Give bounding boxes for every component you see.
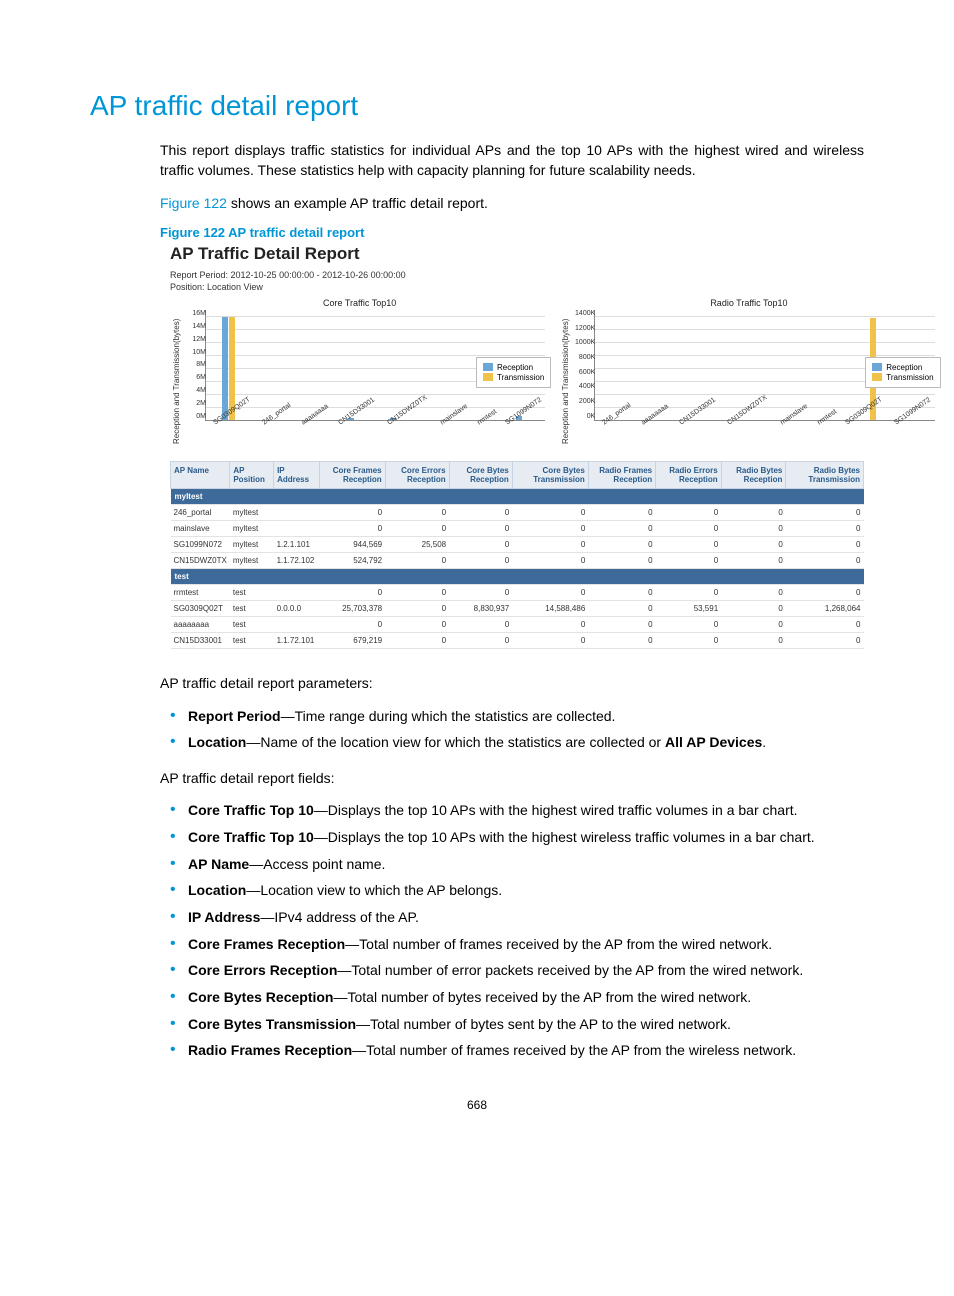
legend-label-transmission: Transmission xyxy=(497,373,544,382)
chart-ylabel: Reception and Transmission(bytes) xyxy=(170,310,183,453)
intro-paragraph: This report displays traffic statistics … xyxy=(160,140,864,181)
legend-swatch-reception xyxy=(872,363,882,371)
fields-intro: AP traffic detail report fields: xyxy=(160,768,864,788)
report-period: Report Period: 2012-10-25 00:00:00 - 201… xyxy=(170,270,864,280)
legend-label-reception: Reception xyxy=(497,363,533,372)
list-item: Core Bytes Reception—Total number of byt… xyxy=(160,987,864,1009)
legend-swatch-reception xyxy=(483,363,493,371)
figure-ref-tail: shows an example AP traffic detail repor… xyxy=(227,195,488,211)
table-row: SG1099N072myltest1.2.1.101944,56925,5080… xyxy=(171,537,864,553)
table-row: 246_portalmyltest00000000 xyxy=(171,505,864,521)
report-position: Position: Location View xyxy=(170,282,864,292)
table-row: SG0309Q02Ttest0.0.0.025,703,37808,830,93… xyxy=(171,601,864,617)
figure-reference: Figure 122 shows an example AP traffic d… xyxy=(160,193,864,213)
table-header: AP Position xyxy=(230,461,274,488)
figure-caption: Figure 122 AP traffic detail report xyxy=(160,225,864,240)
table-header: Radio Bytes Reception xyxy=(721,461,786,488)
page-heading: AP traffic detail report xyxy=(90,90,864,122)
chart-title: Core Traffic Top10 xyxy=(170,298,549,308)
legend-label-reception: Reception xyxy=(886,363,922,372)
table-header: Core Errors Reception xyxy=(385,461,449,488)
params-list: Report Period—Time range during which th… xyxy=(160,706,864,754)
list-item: AP Name—Access point name. xyxy=(160,854,864,876)
table-header: Core Frames Reception xyxy=(319,461,385,488)
list-item: Core Bytes Transmission—Total number of … xyxy=(160,1014,864,1036)
table-header: Radio Frames Reception xyxy=(588,461,655,488)
list-item: Location—Location view to which the AP b… xyxy=(160,880,864,902)
table-header: Radio Bytes Transmission xyxy=(786,461,864,488)
report-title: AP Traffic Detail Report xyxy=(170,244,864,264)
table-group-header: myltest xyxy=(171,489,864,505)
list-item: Radio Frames Reception—Total number of f… xyxy=(160,1040,864,1062)
fields-list: Core Traffic Top 10—Displays the top 10 … xyxy=(160,800,864,1062)
ap-table: AP NameAP PositionIP AddressCore Frames … xyxy=(170,461,864,649)
table-row: rrmtesttest00000000 xyxy=(171,585,864,601)
legend-label-transmission: Transmission xyxy=(886,373,933,382)
table-header: AP Name xyxy=(171,461,230,488)
table-row: CN15D33001test1.1.72.101679,2190000000 xyxy=(171,633,864,649)
params-intro: AP traffic detail report parameters: xyxy=(160,673,864,693)
table-row: CN15DWZ0TXmyltest1.1.72.102524,792000000… xyxy=(171,553,864,569)
table-header: Radio Errors Reception xyxy=(656,461,722,488)
table-group-header: test xyxy=(171,569,864,585)
table-header: Core Bytes Reception xyxy=(449,461,512,488)
chart-legend: ReceptionTransmission xyxy=(865,357,940,388)
chart-legend: ReceptionTransmission xyxy=(476,357,551,388)
table-header: Core Bytes Transmission xyxy=(512,461,588,488)
figure-link[interactable]: Figure 122 xyxy=(160,195,227,211)
chart-title: Radio Traffic Top10 xyxy=(559,298,938,308)
legend-swatch-transmission xyxy=(483,373,493,381)
list-item: Location—Name of the location view for w… xyxy=(160,732,864,754)
legend-swatch-transmission xyxy=(872,373,882,381)
list-item: IP Address—IPv4 address of the AP. xyxy=(160,907,864,929)
table-header: IP Address xyxy=(274,461,320,488)
list-item: Core Errors Reception—Total number of er… xyxy=(160,960,864,982)
list-item: Core Traffic Top 10—Displays the top 10 … xyxy=(160,827,864,849)
chart-box: Radio Traffic Top10 Reception and Transmi… xyxy=(559,298,938,453)
table-row: mainslavemyltest00000000 xyxy=(171,521,864,537)
report-screenshot: AP Traffic Detail Report Report Period: … xyxy=(170,244,864,649)
chart-box: Core Traffic Top10 Reception and Transmis… xyxy=(170,298,549,453)
page-number: 668 xyxy=(90,1098,864,1112)
list-item: Core Frames Reception—Total number of fr… xyxy=(160,934,864,956)
list-item: Report Period—Time range during which th… xyxy=(160,706,864,728)
list-item: Core Traffic Top 10—Displays the top 10 … xyxy=(160,800,864,822)
table-row: aaaaaaaatest00000000 xyxy=(171,617,864,633)
chart-ylabel: Reception and Transmission(bytes) xyxy=(559,310,572,453)
